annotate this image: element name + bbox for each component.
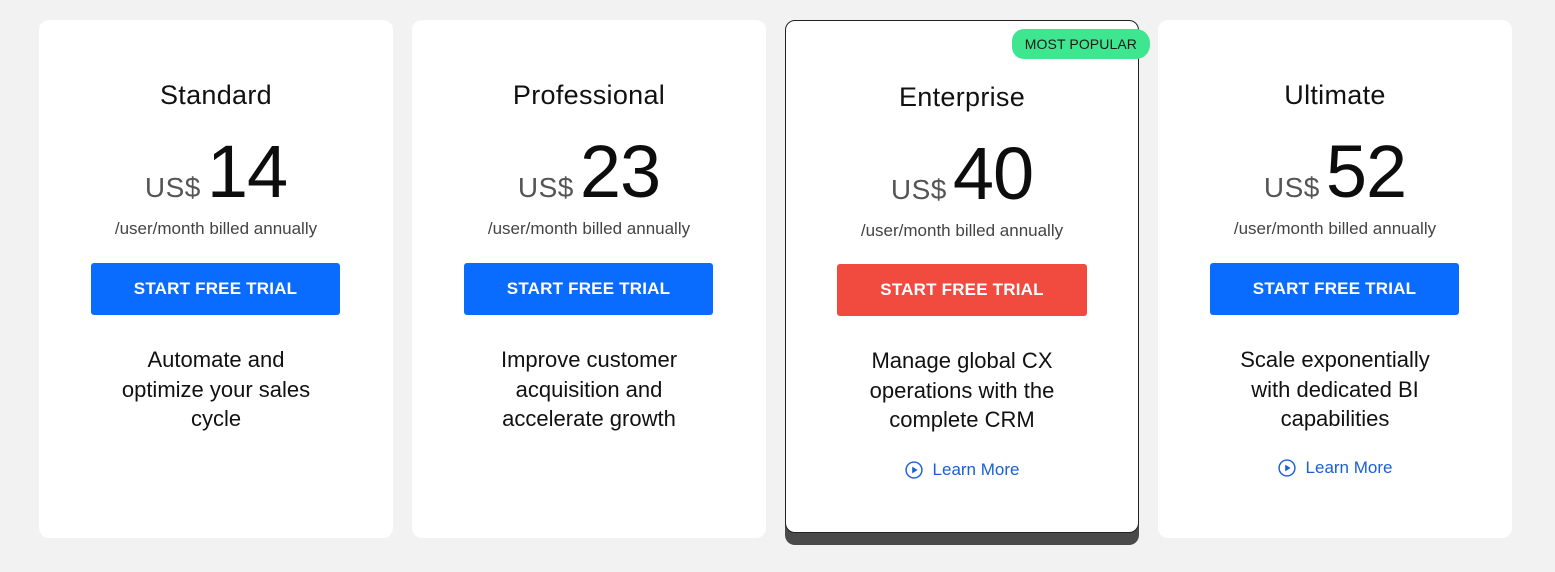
plan-description: Manage global CX operations with the com… [846, 346, 1078, 435]
plan-name: Professional [512, 80, 666, 110]
description-line: Automate and [147, 347, 285, 372]
description-line: Scale exponentially [1240, 347, 1430, 372]
description-line: Manage global CX [871, 348, 1053, 373]
plan-description: Scale exponentially with dedicated BI ca… [1218, 345, 1452, 434]
description-line: accelerate growth [502, 406, 676, 431]
description-line: complete CRM [889, 407, 1035, 432]
price: US$ 14 [39, 132, 393, 212]
learn-more-link[interactable]: Learn More [786, 460, 1138, 480]
learn-more-link[interactable]: Learn More [1158, 458, 1512, 478]
price-amount: 40 [952, 132, 1034, 215]
billing-note: /user/month billed annually [860, 221, 1064, 240]
description-line: operations with the [869, 377, 1055, 403]
start-free-trial-button[interactable]: START FREE TRIAL [464, 263, 713, 315]
plan-card-standard: Standard US$ 14 /user/month billed annua… [39, 20, 393, 538]
description-line: optimize your sales [121, 376, 311, 402]
price: US$ 23 [412, 132, 766, 212]
play-circle-icon [904, 461, 923, 479]
price-amount: 52 [1325, 130, 1407, 213]
price: US$ 52 [1158, 132, 1512, 212]
description-line: cycle [190, 406, 242, 431]
description-line: acquisition and [515, 376, 663, 402]
plan-card-enterprise: MOST POPULAR Enterprise US$ 40 /user/mon… [785, 20, 1150, 533]
billing-note: /user/month billed annually [487, 219, 691, 238]
plan-name: Ultimate [1284, 80, 1386, 110]
plan-description: Automate and optimize your sales cycle [99, 345, 333, 434]
start-free-trial-button[interactable]: START FREE TRIAL [91, 263, 340, 315]
most-popular-badge: MOST POPULAR [1011, 29, 1150, 59]
price-amount: 14 [206, 130, 288, 213]
description-line: with dedicated BI [1251, 376, 1419, 402]
price-currency: US$ [890, 174, 947, 205]
plan-name: Enterprise [898, 82, 1026, 112]
learn-more-label: Learn More [1305, 458, 1393, 477]
plan-name: Standard [160, 80, 272, 110]
price-currency: US$ [517, 172, 574, 203]
billing-note: /user/month billed annually [114, 219, 318, 238]
start-free-trial-button[interactable]: START FREE TRIAL [1210, 263, 1459, 315]
plan-card-professional: Professional US$ 23 /user/month billed a… [412, 20, 766, 538]
description-line: Improve customer [500, 347, 678, 372]
plan-description: Improve customer acquisition and acceler… [472, 345, 706, 434]
plan-card-ultimate: Ultimate US$ 52 /user/month billed annua… [1158, 20, 1512, 538]
price: US$ 40 [786, 134, 1138, 214]
billing-note: /user/month billed annually [1233, 219, 1437, 238]
price-currency: US$ [1263, 172, 1320, 203]
play-circle-icon [1277, 459, 1296, 477]
description-line: capabilities [1280, 406, 1390, 431]
price-currency: US$ [144, 172, 201, 203]
price-amount: 23 [579, 130, 661, 213]
learn-more-label: Learn More [932, 460, 1020, 479]
start-free-trial-button[interactable]: START FREE TRIAL [837, 264, 1087, 316]
